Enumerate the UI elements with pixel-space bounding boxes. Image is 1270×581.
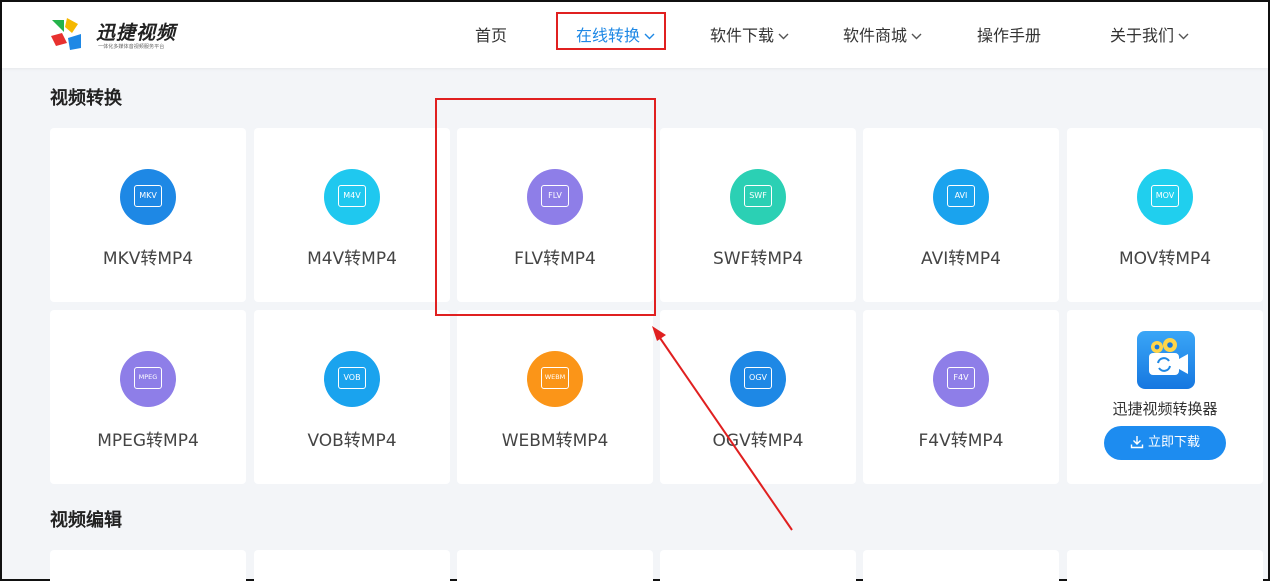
webm-file-icon: WEBM bbox=[527, 351, 583, 407]
edit-card[interactable] bbox=[254, 550, 450, 581]
card-label: M4V转MP4 bbox=[307, 249, 397, 269]
nav-about-us-label: 关于我们 bbox=[1110, 26, 1175, 45]
edit-card[interactable] bbox=[1067, 550, 1263, 581]
card-f4v-to-mp4[interactable]: F4V F4V转MP4 bbox=[863, 310, 1059, 484]
section-title-video-convert: 视频转换 bbox=[50, 88, 122, 109]
chevron-down-icon bbox=[778, 33, 789, 40]
vob-file-icon: VOB bbox=[324, 351, 380, 407]
format-tag: F4V bbox=[947, 367, 975, 389]
m4v-file-icon: M4V bbox=[324, 169, 380, 225]
flv-highlight-box bbox=[435, 98, 656, 316]
nav-about-us[interactable]: 关于我们 bbox=[1110, 24, 1189, 48]
chevron-down-icon bbox=[911, 33, 922, 40]
nav-home-label: 首页 bbox=[475, 26, 508, 45]
format-tag: SWF bbox=[744, 185, 772, 207]
logo-mark-icon bbox=[51, 18, 81, 50]
download-now-label: 立即下载 bbox=[1147, 435, 1200, 450]
video-converter-app-icon[interactable] bbox=[1137, 331, 1195, 389]
card-converter-promo: 迅捷视频转换器 立即下载 bbox=[1067, 310, 1263, 484]
card-vob-to-mp4[interactable]: VOB VOB转MP4 bbox=[254, 310, 450, 484]
card-label: AVI转MP4 bbox=[921, 249, 1001, 269]
mov-file-icon: MOV bbox=[1137, 169, 1193, 225]
mpeg-file-icon: MPEG bbox=[120, 351, 176, 407]
brand-logo[interactable]: 迅捷视频 一体化多媒体音视频服务平台 bbox=[48, 16, 188, 56]
swf-file-icon: SWF bbox=[730, 169, 786, 225]
avi-file-icon: AVI bbox=[933, 169, 989, 225]
format-tag: MKV bbox=[134, 185, 162, 207]
f4v-file-icon: F4V bbox=[933, 351, 989, 407]
section-title-video-edit: 视频编辑 bbox=[50, 510, 122, 531]
card-label: MOV转MP4 bbox=[1118, 249, 1212, 269]
download-now-button[interactable]: 立即下载 bbox=[1104, 426, 1226, 460]
format-tag: AVI bbox=[947, 185, 975, 207]
chevron-down-icon bbox=[1178, 33, 1189, 40]
card-label: MPEG转MP4 bbox=[97, 431, 199, 451]
card-mkv-to-mp4[interactable]: MKV MKV转MP4 bbox=[50, 128, 246, 302]
download-icon bbox=[1130, 436, 1144, 449]
card-m4v-to-mp4[interactable]: M4V M4V转MP4 bbox=[254, 128, 450, 302]
card-mpeg-to-mp4[interactable]: MPEG MPEG转MP4 bbox=[50, 310, 246, 484]
ogv-file-icon: OGV bbox=[730, 351, 786, 407]
card-label: SWF转MP4 bbox=[712, 249, 804, 269]
card-webm-to-mp4[interactable]: WEBM WEBM转MP4 bbox=[457, 310, 653, 484]
format-tag: WEBM bbox=[541, 367, 569, 389]
nav-software-download[interactable]: 软件下载 bbox=[710, 24, 789, 48]
nav-software-download-label: 软件下载 bbox=[710, 26, 775, 45]
format-tag: M4V bbox=[338, 185, 366, 207]
brand-slogan: 一体化多媒体音视频服务平台 bbox=[98, 43, 165, 50]
promo-title: 迅捷视频转换器 bbox=[1112, 400, 1218, 418]
nav-home[interactable]: 首页 bbox=[475, 24, 507, 48]
card-label: WEBM转MP4 bbox=[501, 431, 609, 451]
nav-manual[interactable]: 操作手册 bbox=[977, 24, 1041, 48]
card-avi-to-mp4[interactable]: AVI AVI转MP4 bbox=[863, 128, 1059, 302]
format-tag: MPEG bbox=[134, 367, 162, 389]
mkv-file-icon: MKV bbox=[120, 169, 176, 225]
format-tag: OGV bbox=[744, 367, 772, 389]
edit-card[interactable] bbox=[660, 550, 856, 581]
edit-card[interactable] bbox=[863, 550, 1059, 581]
card-label: VOB转MP4 bbox=[307, 431, 397, 451]
card-label: MKV转MP4 bbox=[102, 249, 194, 269]
nav-manual-label: 操作手册 bbox=[977, 26, 1042, 45]
format-tag: MOV bbox=[1151, 185, 1179, 207]
format-tag: VOB bbox=[338, 367, 366, 389]
card-label: OGV转MP4 bbox=[712, 431, 804, 451]
nav-software-store[interactable]: 软件商城 bbox=[843, 24, 922, 48]
edit-card[interactable] bbox=[50, 550, 246, 581]
nav-highlight-box bbox=[556, 12, 666, 50]
card-ogv-to-mp4[interactable]: OGV OGV转MP4 bbox=[660, 310, 856, 484]
card-mov-to-mp4[interactable]: MOV MOV转MP4 bbox=[1067, 128, 1263, 302]
nav-software-store-label: 软件商城 bbox=[843, 26, 908, 45]
brand-name: 迅捷视频 bbox=[96, 22, 177, 44]
edit-card[interactable] bbox=[457, 550, 653, 581]
top-header: 迅捷视频 一体化多媒体音视频服务平台 首页 在线转换 软件下载 软件商城 操作手… bbox=[2, 2, 1268, 68]
card-label: F4V转MP4 bbox=[918, 431, 1004, 451]
card-swf-to-mp4[interactable]: SWF SWF转MP4 bbox=[660, 128, 856, 302]
